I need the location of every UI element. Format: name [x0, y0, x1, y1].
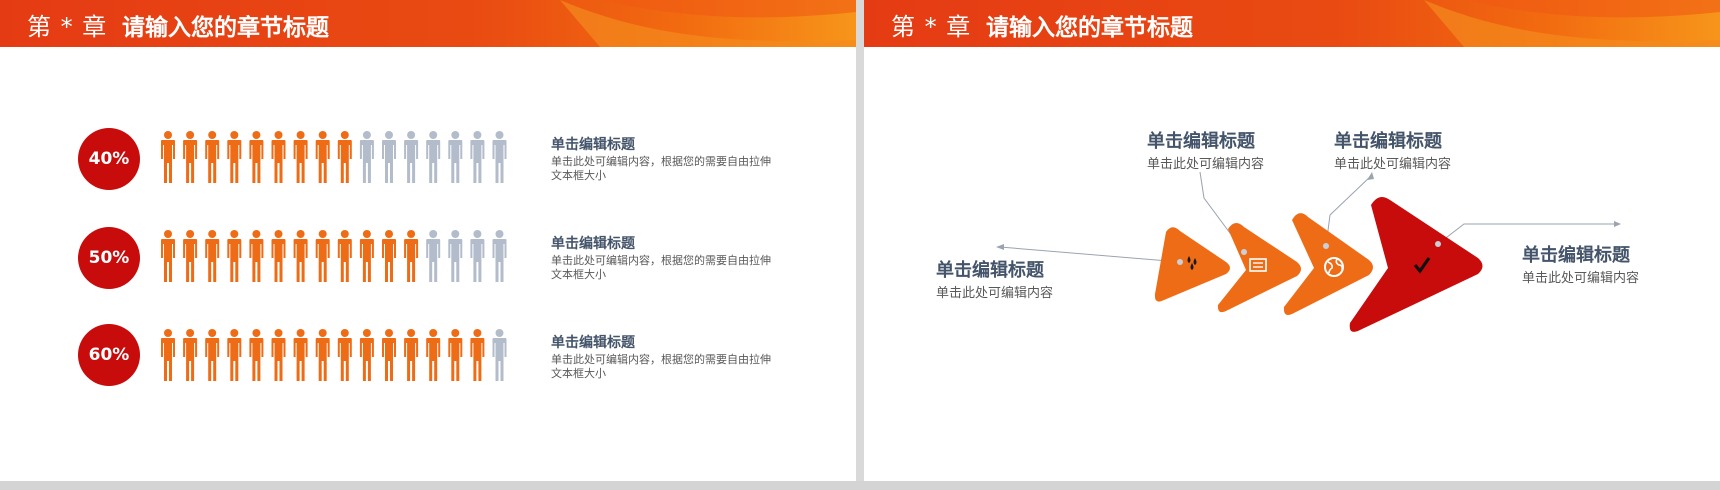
person-icon-highlighted: [183, 131, 198, 183]
person-icon-highlighted: [315, 131, 330, 183]
person-icon-highlighted: [227, 329, 242, 381]
section-title: 请输入您的章节标题: [122, 15, 329, 41]
person-icon-highlighted: [249, 329, 264, 381]
person-icon-highlighted: [293, 230, 308, 282]
person-icon-highlighted: [382, 329, 396, 381]
person-icon-highlighted: [337, 131, 352, 183]
callout-title[interactable]: 单击编辑标题: [1522, 241, 1630, 267]
bottom-strip: [0, 481, 1720, 490]
callout-title[interactable]: 单击编辑标题: [936, 256, 1044, 282]
person-icon-highlighted: [227, 131, 242, 183]
person-icon: [492, 329, 507, 381]
percent-circle: 50%: [78, 227, 140, 289]
person-icon-highlighted: [448, 329, 463, 381]
person-icon-highlighted: [161, 329, 175, 381]
row-title[interactable]: 单击编辑标题: [551, 332, 635, 352]
person-icon-highlighted: [359, 230, 374, 282]
person-icon-highlighted: [337, 230, 352, 282]
row-title[interactable]: 单击编辑标题: [551, 134, 635, 154]
callout-subtitle[interactable]: 单击此处可编辑内容: [1334, 153, 1451, 172]
person-icon-highlighted: [271, 131, 286, 183]
callout-subtitle[interactable]: 单击此处可编辑内容: [1147, 153, 1264, 172]
percent-circle: 40%: [78, 128, 140, 190]
person-icon-highlighted: [271, 230, 286, 282]
person-icon-highlighted: [205, 230, 220, 282]
person-icon-highlighted: [337, 329, 352, 381]
person-icon-highlighted: [161, 131, 175, 183]
person-icon: [470, 230, 485, 282]
callout-subtitle[interactable]: 单击此处可编辑内容: [1522, 267, 1639, 286]
slide-right[interactable]: 第 * 章 请输入您的章节标题 单击编辑标题 单击此处可编辑内容 单击编辑标题 …: [864, 0, 1720, 481]
person-icon: [426, 230, 441, 282]
person-icon-highlighted: [315, 329, 330, 381]
chapter-label: 第 * 章: [27, 13, 108, 41]
person-icon-highlighted: [426, 329, 441, 381]
person-icon-highlighted: [404, 230, 419, 282]
callout-subtitle[interactable]: 单击此处可编辑内容: [936, 282, 1053, 301]
person-icon: [492, 230, 507, 282]
person-icon-highlighted: [382, 230, 396, 282]
person-icon-highlighted: [227, 230, 242, 282]
people-row: [158, 230, 512, 284]
person-icon: [382, 131, 396, 183]
person-icon-highlighted: [470, 329, 485, 381]
person-icon: [492, 131, 507, 183]
row-body[interactable]: 单击此处可编辑内容，根据您的需要自由拉伸文本框大小: [551, 353, 781, 381]
person-icon-highlighted: [183, 329, 198, 381]
person-icon: [404, 131, 419, 183]
people-row: [158, 329, 512, 383]
person-icon-highlighted: [359, 329, 374, 381]
person-icon-highlighted: [183, 230, 198, 282]
callout-title[interactable]: 单击编辑标题: [1334, 127, 1442, 153]
percent-circle: 60%: [78, 324, 140, 386]
person-icon: [470, 131, 485, 183]
callout-title[interactable]: 单击编辑标题: [1147, 127, 1255, 153]
row-body[interactable]: 单击此处可编辑内容，根据您的需要自由拉伸文本框大小: [551, 155, 781, 183]
person-icon-highlighted: [161, 230, 175, 282]
people-row: [158, 131, 512, 185]
slide-header: 第 * 章 请输入您的章节标题: [0, 0, 856, 47]
person-icon-highlighted: [293, 131, 308, 183]
row-title[interactable]: 单击编辑标题: [551, 233, 635, 253]
slide-left[interactable]: 第 * 章 请输入您的章节标题 40% 单击编辑标题 单击此处可编辑内容，根据您…: [0, 0, 856, 481]
person-icon: [359, 131, 374, 183]
person-icon: [448, 131, 463, 183]
person-icon: [426, 131, 441, 183]
person-icon-highlighted: [293, 329, 308, 381]
person-icon-highlighted: [249, 131, 264, 183]
person-icon-highlighted: [271, 329, 286, 381]
person-icon-highlighted: [205, 131, 220, 183]
person-icon: [448, 230, 463, 282]
person-icon-highlighted: [315, 230, 330, 282]
person-icon-highlighted: [205, 329, 220, 381]
person-icon-highlighted: [404, 329, 419, 381]
person-icon-highlighted: [249, 230, 264, 282]
row-body[interactable]: 单击此处可编辑内容，根据您的需要自由拉伸文本框大小: [551, 254, 781, 282]
